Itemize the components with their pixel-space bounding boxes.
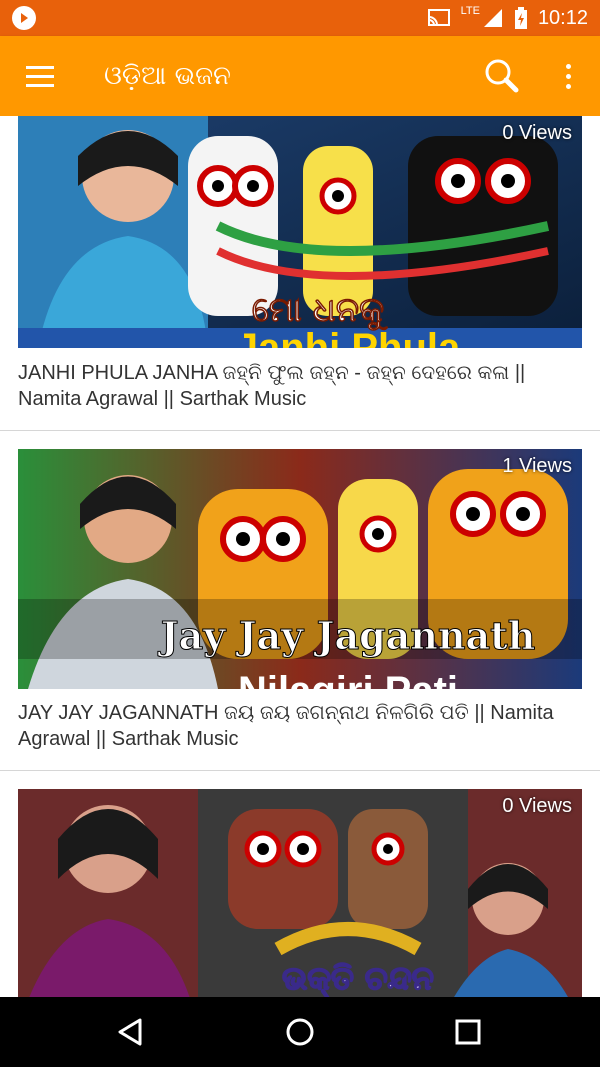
search-button[interactable] [478, 52, 526, 100]
video-card[interactable]: ମୋ ଧନକୁ Janhi Phula 0 Views JANHI PHULA … [0, 116, 600, 431]
video-thumbnail[interactable]: Jay Jay Jagannath Nilagiri Pati 1 Views [18, 449, 582, 689]
app-title: ଓଡ଼ିଆ ଭଜନ [104, 61, 231, 91]
thumbnail-overlay-text: ଭକ୍ତି ଚନ୍ଦନ [282, 959, 434, 997]
thumbnail-overlay-text: ମୋ ଧନକୁ [252, 290, 388, 331]
home-button[interactable] [280, 1012, 320, 1052]
recents-button[interactable] [448, 1012, 488, 1052]
thumbnail-overlay-text-2: Nilagiri Pati [238, 669, 458, 689]
network-type-label: LTE [460, 5, 480, 17]
overflow-menu-button[interactable] [548, 56, 588, 96]
thumbnail-overlay-text: Jay Jay Jagannath [158, 613, 536, 658]
status-bar: LTE 10:12 [0, 0, 600, 36]
home-icon [286, 1018, 314, 1046]
view-count: 1 Views [502, 455, 572, 477]
cast-icon [427, 9, 450, 26]
video-thumbnail[interactable]: ମୋ ଧନକୁ Janhi Phula 0 Views [18, 116, 582, 348]
back-button[interactable] [110, 1012, 150, 1052]
app-notification-icon [12, 6, 36, 30]
view-count: 0 Views [502, 795, 572, 817]
video-list[interactable]: ମୋ ଧନକୁ Janhi Phula 0 Views JANHI PHULA … [0, 116, 600, 997]
video-card[interactable]: Jay Jay Jagannath Nilagiri Pati 1 Views … [0, 431, 600, 771]
back-icon [118, 1018, 142, 1046]
signal-icon [483, 9, 502, 27]
menu-button[interactable] [20, 56, 60, 96]
system-navigation-bar [0, 997, 600, 1067]
recents-icon [455, 1019, 481, 1045]
battery-icon [514, 7, 527, 29]
search-icon [485, 59, 519, 93]
video-title[interactable]: JANHI PHULA JANHA ଜହ୍ନି ଫୁଲ ଜହ୍ନ - ଜହ୍ନ … [18, 360, 582, 412]
view-count: 0 Views [502, 122, 572, 144]
hamburger-icon [26, 65, 54, 69]
video-title[interactable]: JAY JAY JAGANNATH ଜୟ ଜୟ ଜଗନ୍ନାଥ ନିଳଗିରି … [18, 700, 582, 752]
app-bar: ଓଡ଼ିଆ ଭଜନ [0, 36, 600, 116]
more-vert-icon [565, 63, 571, 69]
video-card[interactable]: ଭକ୍ତି ଚନ୍ଦନ 0 Views [0, 771, 600, 997]
clock: 10:12 [537, 6, 588, 29]
thumbnail-overlay-text-2: Janhi Phula [236, 326, 461, 348]
video-thumbnail[interactable]: ଭକ୍ତି ଚନ୍ଦନ 0 Views [18, 789, 582, 997]
